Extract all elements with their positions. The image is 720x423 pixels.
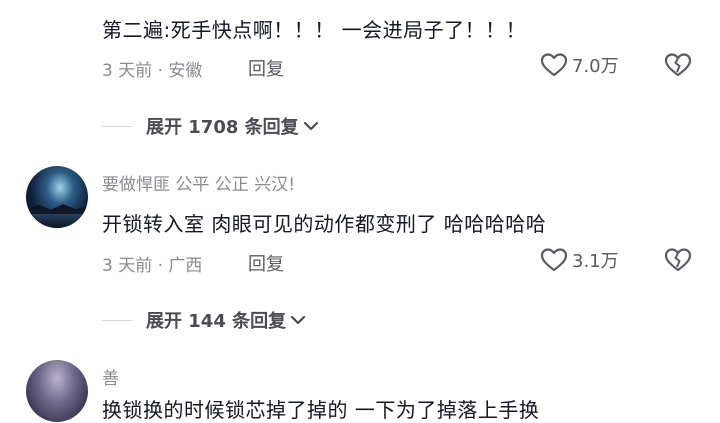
expand-replies-label: 展开 1708 条回复 [146,117,299,138]
expand-replies-button[interactable]: 展开 144 条回复 [102,307,307,333]
divider [102,125,132,127]
like-button[interactable]: 3.1万 [540,247,619,273]
comment-time-location: 3 天前 · 安徽 [102,61,203,81]
expand-replies-button[interactable]: 展开 1708 条回复 [102,113,320,139]
username[interactable]: 善 [102,364,119,389]
heart-outline-icon [540,53,568,77]
comment-text: 换锁换的时候锁芯掉了掉的 一下为了掉落上手换 [102,398,540,422]
like-count: 7.0万 [572,56,619,77]
reply-button[interactable]: 回复 [248,250,284,276]
heart-outline-icon [540,248,568,272]
dislike-button[interactable] [664,52,692,82]
broken-heart-icon [664,248,692,272]
reply-button[interactable]: 回复 [248,55,284,81]
like-button[interactable]: 7.0万 [540,52,619,78]
comment-time-location: 3 天前 · 广西 [102,256,203,276]
expand-replies-label: 展开 144 条回复 [146,311,287,332]
dislike-button[interactable] [664,247,692,277]
avatar[interactable] [26,360,88,422]
avatar[interactable] [26,166,88,228]
like-count: 3.1万 [572,251,619,272]
comment-text: 第二遍:死手快点啊！！！ 一会进局子了！！！ [102,18,527,42]
avatar-image-water [26,214,88,228]
broken-heart-icon [664,53,692,77]
chevron-down-icon [303,121,318,131]
comment-text: 开锁转入室 肉眼可见的动作都变刑了 哈哈哈哈哈 [102,212,547,236]
username[interactable]: 要做悍匪 公平 公正 兴汉! [102,170,295,195]
chevron-down-icon [291,315,306,325]
divider [102,319,132,321]
